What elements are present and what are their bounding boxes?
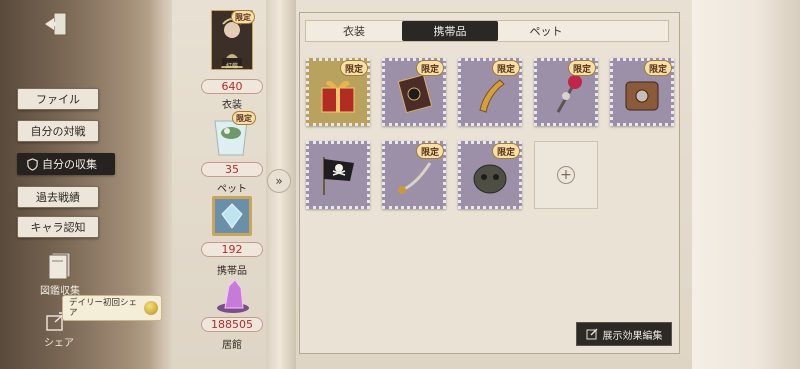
exit-icon[interactable] <box>43 10 69 38</box>
plus-icon: + <box>557 166 575 184</box>
edit-icon <box>586 328 597 340</box>
tooltip-text: デイリー初回シェア <box>69 298 138 318</box>
tab-costume[interactable]: 衣装 <box>306 21 402 41</box>
tab-costume-label: 衣装 <box>343 25 365 38</box>
nav-file-label: ファイル <box>36 93 80 106</box>
gift-box-icon <box>321 80 355 113</box>
pet-limited-badge: 限定 <box>232 111 256 125</box>
tab-accessory-label: 携帯品 <box>433 25 467 38</box>
left-panel: ファイル 自分の対戦 自分の収集 過去戦績 キャラ認知 図鑑収集 デイリー初回シ… <box>0 0 172 369</box>
portrait-limited-badge: 限定 <box>231 10 255 24</box>
limited-badge: 限定 <box>492 60 520 76</box>
category-tabs: 衣装 携帯品 ペット <box>305 20 669 42</box>
shield-icon <box>27 157 38 171</box>
add-item-slot[interactable]: + <box>534 141 598 209</box>
residence-label: 居館 <box>222 340 242 351</box>
book-icon <box>397 74 433 114</box>
residence-crystal-icon[interactable] <box>213 278 253 314</box>
item-slot[interactable] <box>306 141 370 209</box>
daily-share-tooltip: デイリー初回シェア <box>62 295 162 321</box>
tab-pet-label: ペット <box>529 25 563 38</box>
item-slot[interactable]: 限定 <box>306 58 370 126</box>
tab-pet[interactable]: ペット <box>498 21 594 41</box>
coin-icon <box>144 301 158 315</box>
nav-my-battles-button[interactable]: 自分の対戦 <box>17 120 99 142</box>
nav-past-record-label: 過去戦績 <box>36 191 80 204</box>
sabre-icon <box>398 162 432 194</box>
limited-badge: 限定 <box>568 60 596 76</box>
nav-my-collection-label: 自分の収集 <box>42 158 97 171</box>
limited-badge: 限定 <box>644 60 672 76</box>
pet-label: ペット <box>217 184 247 195</box>
limited-badge: 限定 <box>492 143 520 159</box>
book-collection-icon[interactable] <box>46 250 74 280</box>
stone-mask-icon <box>473 164 507 194</box>
nav-character-button[interactable]: キャラ認知 <box>17 216 99 238</box>
item-slot[interactable]: 限定 <box>610 58 674 126</box>
nav-character-label: キャラ認知 <box>30 221 86 234</box>
accessory-label: 携帯品 <box>217 266 247 277</box>
item-slot[interactable]: 限定 <box>382 58 446 126</box>
edit-button-label: 展示効果編集 <box>602 330 663 342</box>
item-slot[interactable]: 限定 <box>458 141 522 209</box>
leather-case-icon <box>625 81 659 111</box>
costume-label: 衣装 <box>222 100 242 111</box>
page-right-edge <box>692 0 800 369</box>
limited-badge: 限定 <box>416 60 444 76</box>
item-slot[interactable]: 限定 <box>382 141 446 209</box>
nav-past-record-button[interactable]: 過去戦績 <box>17 186 99 208</box>
nav-my-battles-label: 自分の対戦 <box>30 125 86 138</box>
share-label: シェア <box>44 338 74 349</box>
nav-file-button[interactable]: ファイル <box>17 88 99 110</box>
limited-badge: 限定 <box>340 60 368 76</box>
item-slot[interactable]: 限定 <box>534 58 598 126</box>
double-chevron-right-icon: » <box>275 174 283 188</box>
rose-scepter-icon <box>556 75 582 113</box>
accessory-count: 192 <box>201 242 263 257</box>
limited-badge: 限定 <box>416 143 444 159</box>
golden-horn-icon <box>479 79 505 113</box>
pet-count: 35 <box>201 162 263 177</box>
nav-my-collection-button[interactable]: 自分の収集 <box>17 153 115 175</box>
expand-button[interactable]: » <box>267 169 291 193</box>
residence-count: 188505 <box>201 317 263 332</box>
accessory-gem-icon[interactable] <box>212 196 252 236</box>
pirate-flag-icon <box>323 157 354 195</box>
portrait-caption: 紅蝶 <box>225 63 238 70</box>
item-slot[interactable]: 限定 <box>458 58 522 126</box>
edit-display-effect-button[interactable]: 展示効果編集 <box>576 322 672 346</box>
costume-count: 640 <box>201 79 263 94</box>
tab-accessory[interactable]: 携帯品 <box>402 21 498 41</box>
